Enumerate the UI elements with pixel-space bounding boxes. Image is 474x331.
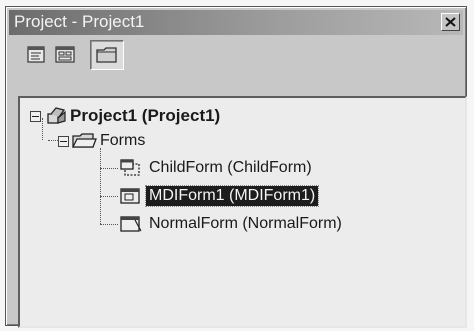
tree-connector	[100, 148, 101, 224]
tree-node-mdiform1[interactable]: MDIForm1 (MDIForm1)	[120, 185, 320, 207]
title-bar[interactable]: Project - Project1	[9, 10, 463, 35]
close-button[interactable]	[441, 13, 460, 31]
toolbar	[9, 38, 463, 72]
project-explorer-window: Project - Project1 Project1 (Project1) F…	[5, 6, 467, 328]
collapse-project-toggle[interactable]	[30, 110, 41, 122]
window-title: Project - Project1	[14, 12, 145, 31]
tree-node-label: MDIForm1 (MDIForm1)	[144, 185, 320, 207]
tree-connector	[100, 224, 118, 225]
tree-node-label: Project1 (Project1)	[70, 106, 221, 125]
view-code-icon	[27, 46, 45, 63]
mdi-form-icon	[120, 187, 142, 205]
tree-node-label: Forms	[100, 132, 146, 149]
tree-connector	[100, 196, 118, 197]
view-object-button[interactable]	[54, 44, 76, 65]
tree-node-normalform[interactable]: NormalForm (NormalForm)	[120, 214, 345, 234]
project-tree[interactable]: Project1 (Project1) Forms ChildForm (Chi…	[18, 96, 467, 328]
project-icon	[45, 106, 67, 126]
toggle-folders-icon	[96, 47, 117, 63]
tree-node-label: ChildForm (ChildForm)	[149, 159, 312, 176]
form-icon	[120, 215, 142, 233]
mdi-child-form-icon	[120, 159, 142, 177]
view-code-button[interactable]	[25, 44, 47, 65]
folder-icon	[71, 132, 97, 150]
tree-node-forms-folder[interactable]: Forms	[58, 131, 148, 151]
tree-node-label: NormalForm (NormalForm)	[149, 215, 342, 232]
collapse-forms-toggle[interactable]	[58, 135, 69, 147]
tree-node-childform[interactable]: ChildForm (ChildForm)	[120, 158, 315, 178]
view-object-icon	[55, 46, 75, 63]
tree-connector	[100, 168, 118, 169]
tree-node-project1[interactable]: Project1 (Project1)	[30, 105, 223, 127]
toggle-folders-button[interactable]	[90, 40, 124, 70]
close-icon	[445, 17, 456, 27]
